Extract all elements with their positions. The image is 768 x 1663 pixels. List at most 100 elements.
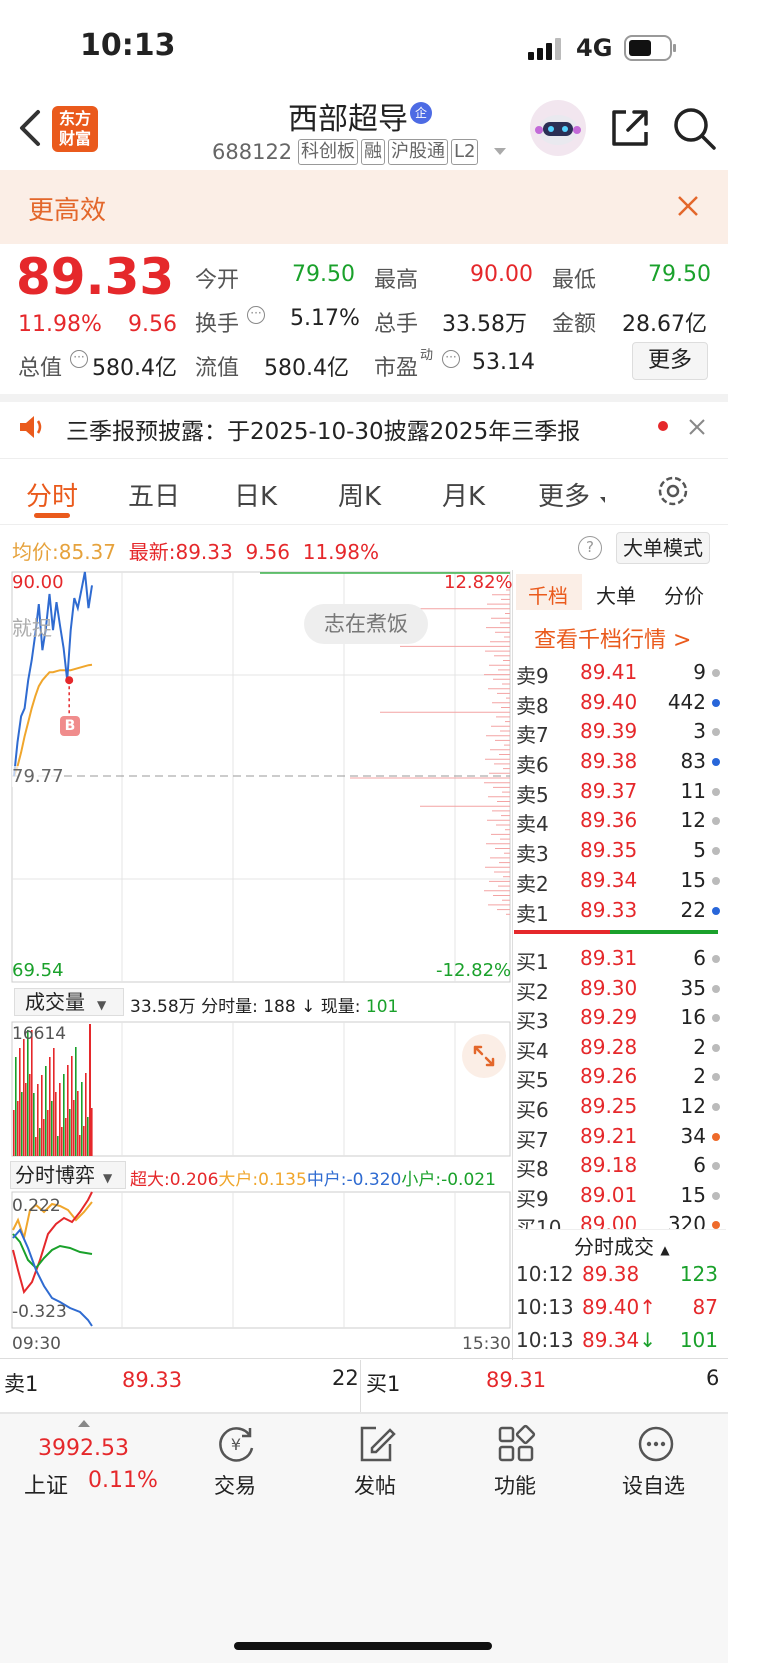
index-pct[interactable]: 0.11%: [88, 1468, 158, 1493]
ask-level-label: 卖1: [516, 901, 549, 926]
ask-volume: 22: [680, 897, 706, 922]
grid-icon[interactable]: [496, 1424, 536, 1468]
ask-volume: 9: [693, 660, 706, 684]
order-source-dot: [712, 787, 720, 796]
trade-time: 10:12: [516, 1262, 574, 1286]
nav-trade[interactable]: 交易: [214, 1470, 256, 1500]
tab-more[interactable]: 更多: [538, 476, 590, 513]
bid-level-label: 买10: [516, 1216, 562, 1229]
robot-assistant-icon[interactable]: [530, 100, 586, 156]
trade-icon[interactable]: ¥: [214, 1424, 258, 1468]
low-label: 最低: [552, 268, 597, 293]
ask-row[interactable]: 卖3 89.35 5: [514, 834, 726, 866]
more-button[interactable]: 更多: [632, 342, 708, 380]
bid-row[interactable]: 买10 89.00 320: [514, 1208, 726, 1229]
nav-add-watchlist[interactable]: 设自选: [622, 1470, 685, 1500]
bid-volume: 15: [680, 1182, 706, 1207]
tab-weekly-k[interactable]: 周K: [338, 476, 381, 513]
bottom-ask-price: 89.33: [122, 1368, 183, 1392]
ask-volume: 3: [693, 719, 706, 744]
tab-daily-k[interactable]: 日K: [234, 476, 277, 513]
game-indicator-select[interactable]: 分时博弈 ▼: [10, 1161, 126, 1189]
bid-volume: 2: [693, 1064, 706, 1089]
bid-row[interactable]: 买3 89.29 16: [514, 1001, 726, 1033]
index-value[interactable]: 3992.53: [38, 1436, 129, 1461]
divider: [0, 1358, 728, 1359]
index-name[interactable]: 上证: [24, 1468, 68, 1500]
orderbook-tab-big-order[interactable]: 大单: [596, 580, 636, 609]
expand-icon[interactable]: [462, 1034, 506, 1078]
bid-row[interactable]: 买8 89.18 6: [514, 1149, 726, 1181]
bid-list-viewport[interactable]: 买1 89.31 6 买2 89.30 35 买3 89.29 16 买4 89.28 2 买5 89.2…: [514, 942, 726, 1229]
trade-price: 89.40↑: [582, 1295, 657, 1319]
volume-bar: [55, 1092, 57, 1156]
trade-row: 10:13 89.34↓ 101: [514, 1324, 726, 1357]
home-indicator: [234, 1642, 492, 1650]
promo-banner[interactable]: 更高效: [0, 170, 728, 244]
volume-bar: [21, 1092, 23, 1156]
info-icon[interactable]: ···: [442, 350, 460, 368]
bid-volume: 320: [667, 1212, 706, 1229]
ask-row[interactable]: 卖7 89.39 3: [514, 715, 726, 748]
ask-level-label: 卖5: [516, 782, 549, 807]
volume-bar: [43, 1119, 45, 1156]
bid-row[interactable]: 买6 89.25 12: [514, 1090, 726, 1122]
back-icon[interactable]: [14, 108, 44, 152]
tab-five-day[interactable]: 五日: [128, 476, 180, 513]
volume-bar: [89, 1024, 91, 1156]
tag: L2: [451, 139, 479, 165]
compose-icon[interactable]: [356, 1424, 396, 1468]
share-icon[interactable]: [608, 106, 652, 154]
tag: 融: [361, 139, 385, 165]
ask-row[interactable]: 卖1 89.33 22: [514, 894, 726, 926]
volume-bar: [13, 1110, 15, 1156]
bid-row[interactable]: 买7 89.21 34: [514, 1120, 726, 1152]
nav-post[interactable]: 发帖: [354, 1470, 396, 1500]
caret-down-icon[interactable]: [494, 148, 506, 155]
tab-monthly-k[interactable]: 月K: [442, 476, 485, 513]
tab-intraday[interactable]: 分时: [26, 476, 78, 513]
more-dots-icon[interactable]: [636, 1424, 676, 1468]
ask-volume: 442: [667, 689, 706, 714]
order-source-dot: [712, 876, 720, 885]
ask-level-label: 卖7: [516, 723, 549, 748]
bid-row[interactable]: 买5 89.26 2: [514, 1060, 726, 1092]
settings-icon[interactable]: [656, 474, 690, 512]
divider: [360, 1360, 361, 1412]
volume-bar: [35, 1137, 37, 1156]
ask-row[interactable]: 卖4 89.36 12: [514, 804, 726, 836]
big-order-mode-button[interactable]: 大单模式: [616, 532, 710, 564]
ask-price: 89.37: [580, 778, 638, 803]
order-source-dot: [712, 1043, 720, 1052]
buy-marker-badge[interactable]: B: [60, 716, 80, 736]
ask-row[interactable]: 卖5 89.37 11: [514, 775, 726, 807]
bid-row[interactable]: 买1 89.31 6: [514, 942, 726, 974]
bid-row[interactable]: 买9 89.01 15: [514, 1179, 726, 1211]
trades-title[interactable]: 分时成交 ▲: [574, 1231, 670, 1260]
orderbook-tab-depth[interactable]: 千档: [528, 580, 568, 609]
nav-function[interactable]: 功能: [494, 1470, 536, 1500]
ask-row[interactable]: 卖6 89.38 83: [514, 745, 726, 778]
volume-indicator-select[interactable]: 成交量 ▼: [14, 988, 124, 1016]
game-top-label: 0.222: [12, 1196, 61, 1216]
close-icon[interactable]: [688, 418, 706, 440]
volume-bar: [79, 1135, 81, 1156]
ask-row[interactable]: 卖8 89.40 442: [514, 686, 726, 718]
info-icon[interactable]: ···: [70, 350, 88, 368]
search-icon[interactable]: [672, 106, 718, 156]
depth-ratio-bar-red: [514, 930, 610, 934]
notice-text[interactable]: 三季报预披露：于2025-10-30披露2025年三季报: [66, 412, 580, 446]
info-icon[interactable]: ···: [247, 306, 265, 324]
orderbook-tab-price[interactable]: 分价: [664, 580, 704, 609]
ask-list: 卖9 89.41 9 卖8 89.40 442 卖7 89.39 3 卖6 89.38 83 卖5 89.…: [514, 656, 726, 926]
ask-row[interactable]: 卖9 89.41 9: [514, 656, 726, 688]
ask-row[interactable]: 卖2 89.34 15: [514, 864, 726, 896]
view-depth-link[interactable]: 查看千档行情 >: [534, 622, 691, 654]
ask-level-label: 卖6: [516, 753, 549, 778]
bid-row[interactable]: 买4 89.28 2: [514, 1031, 726, 1063]
bid-row[interactable]: 买2 89.30 35: [514, 972, 726, 1004]
ask-price: 89.35: [580, 838, 638, 863]
close-icon[interactable]: [676, 194, 700, 222]
help-icon[interactable]: ?: [578, 536, 602, 560]
order-source-dot: [712, 728, 720, 737]
